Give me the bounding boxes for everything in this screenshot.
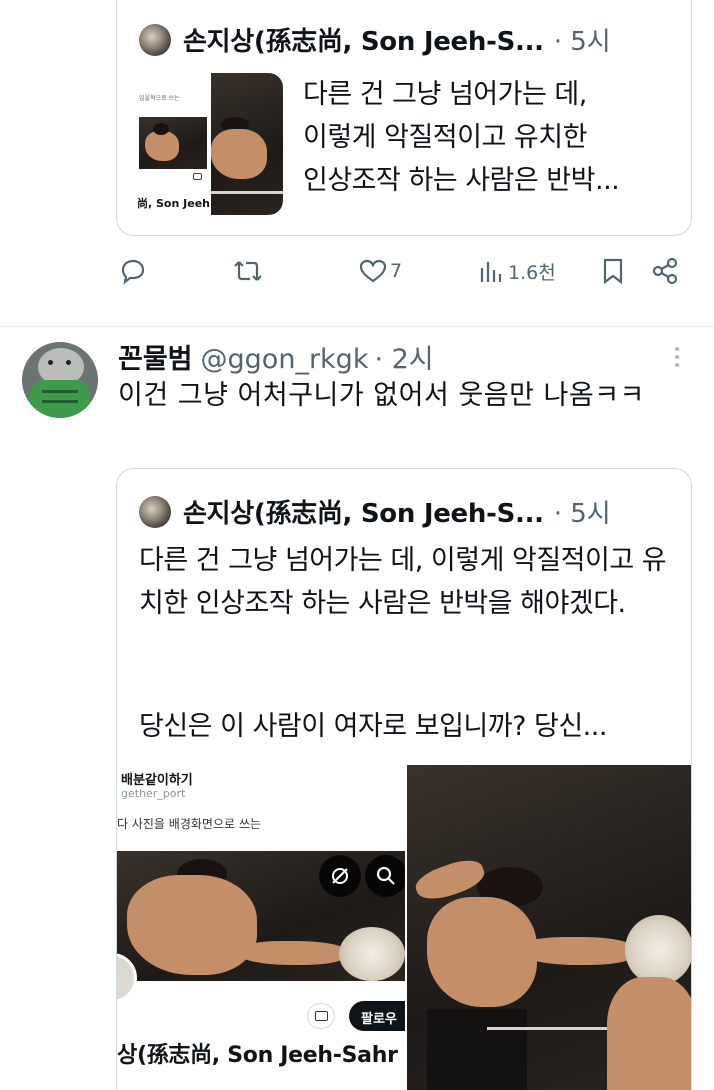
quoted-tweet-header: 손지상(孫志尚, Son Jeeh-S... · 5시 [139, 21, 611, 58]
tweet-time[interactable]: · 2시 [374, 337, 433, 376]
thumbnail-wrestling-photo [211, 73, 283, 215]
like-count: 7 [390, 260, 403, 282]
quoted-author-avatar [139, 495, 171, 528]
author-display-name[interactable]: 꼰물범 [118, 337, 193, 376]
thumbnail-mail-icon [193, 173, 202, 180]
tweet-divider [0, 326, 714, 327]
search-icon [365, 855, 405, 897]
quoted-author-name: 손지상(孫志尚, Son Jeeh-S... [183, 499, 544, 529]
thumbnail-small-photo [139, 117, 207, 169]
quoted-tweet-text-2: 당신은 이 사람이 여자로 보입니까? 당신... [139, 711, 607, 742]
retweet-icon [234, 261, 262, 281]
quoted-tweet-time: · 5시 [553, 27, 611, 57]
tweet-action-bar: 7 1.6천 [0, 253, 714, 289]
edit-photo-icon [319, 855, 361, 897]
media-account-handle: gether_port [121, 787, 186, 800]
media-image-right[interactable] [407, 765, 691, 1090]
media-profile-name: 상(孫志尚, Son Jeeh-Sahr [117, 1043, 398, 1068]
quoted-tweet-card-2[interactable]: 손지상(孫志尚, Son Jeeh-S... · 5시 다른 건 그냥 넘어가는… [116, 468, 692, 1090]
quoted-tweet-time: · 5시 [553, 499, 611, 529]
more-vertical-icon[interactable] [672, 346, 682, 370]
bookmark-icon [603, 258, 623, 285]
quoted-tweet-header: 손지상(孫志尚, Son Jeeh-S... · 5시 [139, 493, 611, 530]
like-button[interactable]: 7 [358, 253, 402, 289]
follow-button: 팔로우 [349, 1001, 405, 1031]
avatar[interactable] [22, 342, 98, 418]
media-image-left[interactable]: 배분같이하기 gether_port 다 사진을 배경화면으로 쓰는 팔로우 상… [117, 761, 405, 1090]
heart-icon [359, 259, 387, 283]
quoted-tweet-thumbnail[interactable]: 임을혁으로 쓰는 尚, Son Jeeh- [135, 73, 283, 215]
quoted-author-name: 손지상(孫志尚, Son Jeeh-S... [183, 27, 544, 57]
share-button[interactable] [650, 253, 680, 289]
quoted-tweet-card-1[interactable]: 손지상(孫志尚, Son Jeeh-S... · 5시 임을혁으로 쓰는 尚, … [116, 0, 692, 236]
share-icon [652, 257, 678, 285]
bookmark-button[interactable] [600, 253, 626, 289]
thumbnail-profile-name: 尚, Son Jeeh- [137, 197, 209, 210]
tweet-text: 이건 그냥 어처구니가 없어서 웃음만 나옴ㅋㅋ [118, 380, 645, 411]
mail-icon [307, 1003, 335, 1029]
author-handle[interactable]: @ggon_rkgk [201, 344, 369, 375]
views-button[interactable]: 1.6천 [478, 253, 556, 289]
reply-icon [121, 259, 145, 285]
media-caption: 다 사진을 배경화면으로 쓰는 [117, 817, 261, 831]
tweet-header: 꼰물범 @ggon_rkgk · 2시 [118, 337, 434, 376]
thumbnail-caption: 임을혁으로 쓰는 [139, 95, 180, 102]
thumbnail-screenshot: 임을혁으로 쓰는 尚, Son Jeeh- [135, 73, 209, 215]
media-account-name: 배분같이하기 [121, 773, 193, 788]
quoted-tweet-text: 다른 건 그냥 넘어가는 데, 이렇게 악질적이고 유치한 인상조작 하는 사람… [303, 79, 620, 196]
media-banner-photo [117, 851, 405, 981]
views-chart-icon [480, 262, 502, 282]
quoted-tweet-text: 다른 건 그냥 넘어가는 데, 이렇게 악질적이고 유치한 인상조작 하는 사람… [139, 545, 667, 619]
views-count: 1.6천 [508, 261, 556, 284]
quoted-author-avatar [139, 23, 171, 56]
reply-button[interactable] [118, 253, 148, 289]
retweet-button[interactable] [232, 253, 264, 289]
